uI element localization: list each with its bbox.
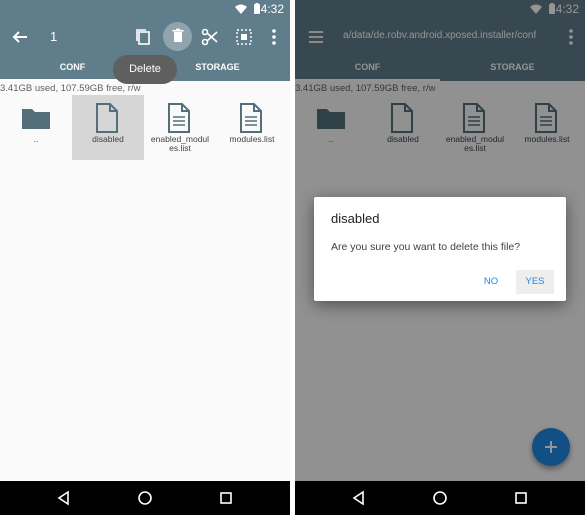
nav-home-icon[interactable] xyxy=(432,490,448,506)
overflow-menu-icon[interactable] xyxy=(263,26,285,48)
nav-recents-icon[interactable] xyxy=(218,490,234,506)
nav-home-icon[interactable] xyxy=(137,490,153,506)
status-bar: 4:32 xyxy=(0,0,290,18)
tab-label: CONF xyxy=(59,62,86,72)
delete-icon xyxy=(172,28,184,42)
dialog-title: disabled xyxy=(331,211,380,226)
tab-label: STORAGE xyxy=(195,62,240,72)
right-screen: 4:32 a/data/de.robv.android.xposed.insta… xyxy=(295,0,585,515)
dialog-message: Are you sure you want to delete this fil… xyxy=(331,241,521,253)
back-arrow-icon[interactable] xyxy=(9,26,31,48)
nav-back-icon[interactable] xyxy=(56,490,72,506)
nav-back-icon[interactable] xyxy=(351,490,367,506)
delete-confirm-dialog: disabled Are you sure you want to delete… xyxy=(314,197,566,301)
text-file-icon xyxy=(240,103,262,133)
file-item-enabled-modules[interactable]: enabled_modules.list xyxy=(144,95,216,160)
selection-count: 1 xyxy=(50,29,58,44)
text-file-icon xyxy=(168,103,190,133)
status-time: 4:32 xyxy=(260,2,284,16)
nav-recents-icon[interactable] xyxy=(513,490,529,506)
action-mode-toolbar: 1 xyxy=(0,18,290,56)
file-item-disabled[interactable]: disabled xyxy=(72,95,144,160)
folder-icon xyxy=(22,109,50,129)
delete-button-highlight[interactable] xyxy=(163,22,192,51)
file-item-parent-folder[interactable]: .. xyxy=(0,95,72,160)
delete-tooltip: Delete xyxy=(113,55,177,84)
copy-icon[interactable] xyxy=(132,26,154,48)
file-name: disabled xyxy=(92,134,124,144)
navigation-bar xyxy=(0,481,290,515)
file-name: modules.list xyxy=(229,134,275,144)
file-name: .. xyxy=(33,134,39,144)
wifi-icon xyxy=(235,4,247,14)
select-all-icon[interactable] xyxy=(233,26,255,48)
file-icon xyxy=(96,103,118,133)
storage-info: 3.41GB used, 107.59GB free, r/w xyxy=(0,83,141,94)
file-name: enabled_modules.list xyxy=(150,134,210,153)
file-item-modules[interactable]: modules.list xyxy=(216,95,288,160)
left-screen: 4:32 1 CONF STORAGE #left .tab.active::a… xyxy=(0,0,290,515)
navigation-bar xyxy=(295,481,585,515)
yes-button[interactable]: YES xyxy=(516,270,554,294)
no-button[interactable]: NO xyxy=(474,270,508,294)
cut-icon[interactable] xyxy=(199,26,221,48)
